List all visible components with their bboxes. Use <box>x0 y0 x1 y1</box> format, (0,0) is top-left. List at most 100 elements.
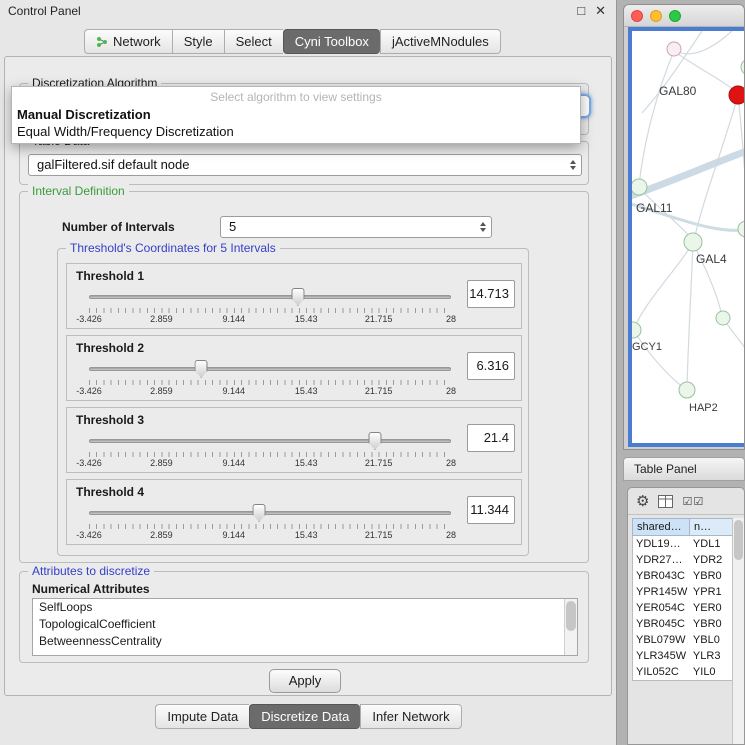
slider-tick-labels: -3.426 2.859 9.144 15.43 21.715 28 <box>89 386 451 396</box>
tab-cyni-toolbox[interactable]: Cyni Toolbox <box>283 29 380 54</box>
network-node[interactable] <box>741 59 745 75</box>
table-scrollbar[interactable] <box>732 518 744 744</box>
tab-infer-network[interactable]: Infer Network <box>360 704 461 729</box>
table-row[interactable]: YER054CYER0 <box>633 600 739 616</box>
tab-style[interactable]: Style <box>172 29 224 54</box>
minimize-traffic-light[interactable] <box>650 10 662 22</box>
tick-label: 21.715 <box>365 314 393 324</box>
table-panel-header[interactable]: Table Panel <box>623 457 745 481</box>
cell: YER054C <box>633 600 690 616</box>
tick-label: 28 <box>446 458 456 468</box>
tab-jactivemnodules[interactable]: jActiveMNodules <box>380 29 501 54</box>
combo-arrows-icon <box>570 160 576 170</box>
tab-label: Infer Network <box>372 709 449 724</box>
tick-label: -3.426 <box>76 386 102 396</box>
slider-thumb[interactable] <box>291 288 304 306</box>
table-row[interactable]: YPR145WYPR1 <box>633 584 739 600</box>
network-canvas[interactable]: GAL80 GAL11 GAL4 GCY1 HAP2 <box>628 27 745 447</box>
select-columns-icon[interactable]: ☑☑ <box>682 495 704 508</box>
apply-button[interactable]: Apply <box>269 669 341 693</box>
tick-label: 9.144 <box>223 530 246 540</box>
tick-label: 2.859 <box>150 458 173 468</box>
table-panel-title: Table Panel <box>634 462 697 476</box>
slider-track[interactable] <box>89 295 451 299</box>
algorithm-dropdown-popup: Select algorithm to view settings Manual… <box>11 86 581 144</box>
slider-ticks <box>89 308 451 313</box>
dropdown-placeholder: Select algorithm to view settings <box>12 87 580 106</box>
float-window-icon[interactable]: □ <box>577 0 585 22</box>
slider-track[interactable] <box>89 511 451 515</box>
gear-icon[interactable]: ⚙ <box>636 494 649 509</box>
threshold-value-field[interactable]: 14.713 <box>467 280 515 308</box>
table-row[interactable]: YDL19…YDL1 <box>633 536 739 552</box>
table-panel-window: ⚙ ☑☑ shared… n… YDL19…YDL1 YDR27…YDR2 YB… <box>627 487 745 745</box>
threshold-value-field[interactable]: 21.4 <box>467 424 515 452</box>
node-label: GAL4 <box>696 252 727 266</box>
tab-impute-data[interactable]: Impute Data <box>155 704 249 729</box>
group-title: Interval Definition <box>28 184 129 198</box>
network-node[interactable] <box>738 221 745 237</box>
columns-icon[interactable] <box>658 495 673 508</box>
network-node[interactable] <box>632 322 641 338</box>
close-icon[interactable]: ✕ <box>595 0 606 22</box>
table-row[interactable]: YBR043CYBR0 <box>633 568 739 584</box>
table-data-combobox[interactable]: galFiltered.sif default node <box>28 154 582 176</box>
list-item[interactable]: SelfLoops <box>33 599 577 616</box>
cell: YBL079W <box>633 632 690 648</box>
tab-label: Discretize Data <box>261 709 349 724</box>
table-row[interactable]: YDR27…YDR2 <box>633 552 739 568</box>
interval-definition-group: Interval Definition Number of Intervals … <box>19 191 589 563</box>
threshold-slider[interactable]: -3.426 2.859 9.144 15.43 21.715 28 <box>89 286 451 324</box>
window-title: Control Panel <box>8 4 81 18</box>
tab-label: Impute Data <box>167 709 238 724</box>
tab-label: Cyni Toolbox <box>295 34 369 49</box>
table-row[interactable]: YLR345WYLR3 <box>633 648 739 664</box>
network-node[interactable] <box>632 179 647 195</box>
numerical-attributes-list[interactable]: SelfLoops TopologicalCoefficient Between… <box>32 598 578 656</box>
node-label: GCY1 <box>632 341 662 353</box>
threshold-slider[interactable]: -3.426 2.859 9.144 15.43 21.715 28 <box>89 430 451 468</box>
scrollbar-thumb[interactable] <box>734 520 743 560</box>
dropdown-item-manual-discretization[interactable]: Manual Discretization <box>12 106 580 123</box>
table-row[interactable]: YBR045CYBR0 <box>633 616 739 632</box>
close-traffic-light[interactable] <box>631 10 643 22</box>
list-item[interactable]: TopologicalCoefficient <box>33 616 577 633</box>
threshold-panel-3: Threshold 3 -3.426 2.859 9.144 15.43 21.… <box>66 407 522 473</box>
slider-track[interactable] <box>89 439 451 443</box>
table-row[interactable]: YIL052CYIL0 <box>633 664 739 680</box>
zoom-traffic-light[interactable] <box>669 10 681 22</box>
threshold-value-field[interactable]: 11.344 <box>467 496 515 524</box>
number-of-intervals-spinner[interactable]: 5 <box>220 216 492 238</box>
attributes-group: Attributes to discretize Numerical Attri… <box>19 571 589 663</box>
slider-thumb[interactable] <box>195 360 208 378</box>
network-node-selected[interactable] <box>729 86 745 104</box>
node-label: GAL11 <box>636 201 673 215</box>
scrollbar-thumb[interactable] <box>566 601 576 631</box>
tick-label: 9.144 <box>223 314 246 324</box>
list-scrollbar[interactable] <box>564 599 577 655</box>
threshold-slider[interactable]: -3.426 2.859 9.144 15.43 21.715 28 <box>89 358 451 396</box>
network-node[interactable] <box>667 42 681 56</box>
tick-label: -3.426 <box>76 530 102 540</box>
list-item[interactable]: BetweennessCentrality <box>33 633 577 650</box>
slider-thumb[interactable] <box>368 432 381 450</box>
network-node[interactable] <box>679 382 695 398</box>
tab-network[interactable]: Network <box>84 29 172 54</box>
table-row[interactable]: YBL079WYBL0 <box>633 632 739 648</box>
tab-label: jActiveMNodules <box>392 34 489 49</box>
slider-track[interactable] <box>89 367 451 371</box>
intervals-value: 5 <box>229 219 236 234</box>
cell: YIL052C <box>633 664 690 680</box>
slider-thumb[interactable] <box>253 504 266 522</box>
network-node[interactable] <box>684 233 702 251</box>
threshold-slider[interactable]: -3.426 2.859 9.144 15.43 21.715 28 <box>89 502 451 540</box>
column-header-shared-name[interactable]: shared… <box>632 518 690 536</box>
tab-discretize-data[interactable]: Discretize Data <box>249 704 360 729</box>
threshold-panel-4: Threshold 4 -3.426 2.859 9.144 15.43 21.… <box>66 479 522 545</box>
network-node[interactable] <box>716 311 730 325</box>
network-view-window: GAL80 GAL11 GAL4 GCY1 HAP2 <box>623 4 745 450</box>
threshold-value-field[interactable]: 6.316 <box>467 352 515 380</box>
tab-select[interactable]: Select <box>224 29 283 54</box>
dropdown-item-equal-width-frequency[interactable]: Equal Width/Frequency Discretization <box>12 123 580 140</box>
group-title: Attributes to discretize <box>28 564 154 578</box>
